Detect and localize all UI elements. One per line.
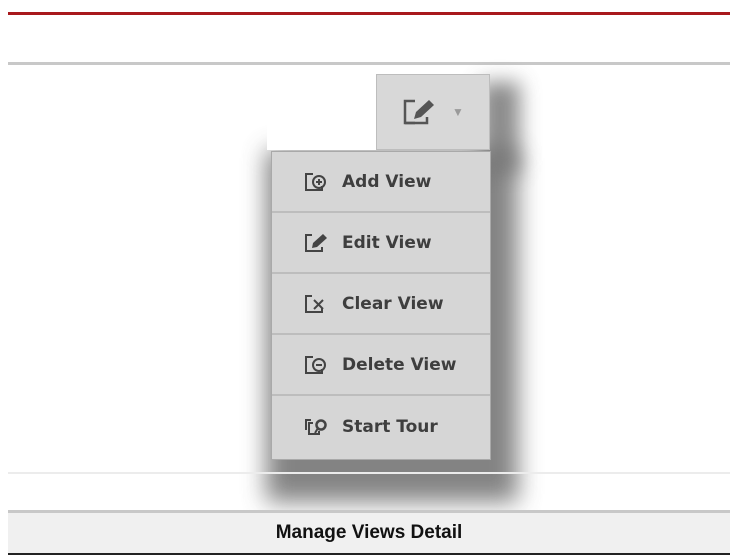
- menu-item-start-tour[interactable]: Start Tour: [272, 396, 490, 457]
- menu-item-label: Clear View: [342, 293, 444, 314]
- start-tour-icon: [305, 418, 327, 435]
- delete-view-icon: [305, 355, 326, 374]
- toolbar-blank-area: [267, 74, 377, 150]
- menu-item-edit-view[interactable]: Edit View: [272, 213, 490, 274]
- content-divider: [8, 472, 730, 474]
- menu-item-label: Add View: [342, 171, 432, 192]
- edit-view-icon: [403, 99, 435, 125]
- top-accent-rule: [8, 12, 730, 15]
- edit-view-menu-button[interactable]: ▼: [376, 74, 490, 150]
- menu-item-clear-view[interactable]: Clear View: [272, 274, 490, 335]
- menu-item-label: Edit View: [342, 232, 432, 253]
- figure-caption: Manage Views Detail: [8, 513, 730, 553]
- edit-view-icon: [305, 233, 327, 252]
- add-view-icon: [305, 172, 326, 191]
- clear-view-icon: [305, 294, 324, 313]
- caret-down-icon: ▼: [452, 105, 464, 119]
- menu-item-delete-view[interactable]: Delete View: [272, 335, 490, 396]
- caption-text: Manage Views Detail: [275, 522, 463, 543]
- menu-item-label: Start Tour: [342, 416, 438, 437]
- menu-item-label: Delete View: [342, 354, 457, 375]
- caption-bottom-rule: [8, 553, 730, 555]
- header-divider: [8, 62, 730, 65]
- manage-views-menu: Add View Edit View Clear View Delete Vie…: [271, 151, 491, 460]
- menu-item-add-view[interactable]: Add View: [272, 152, 490, 213]
